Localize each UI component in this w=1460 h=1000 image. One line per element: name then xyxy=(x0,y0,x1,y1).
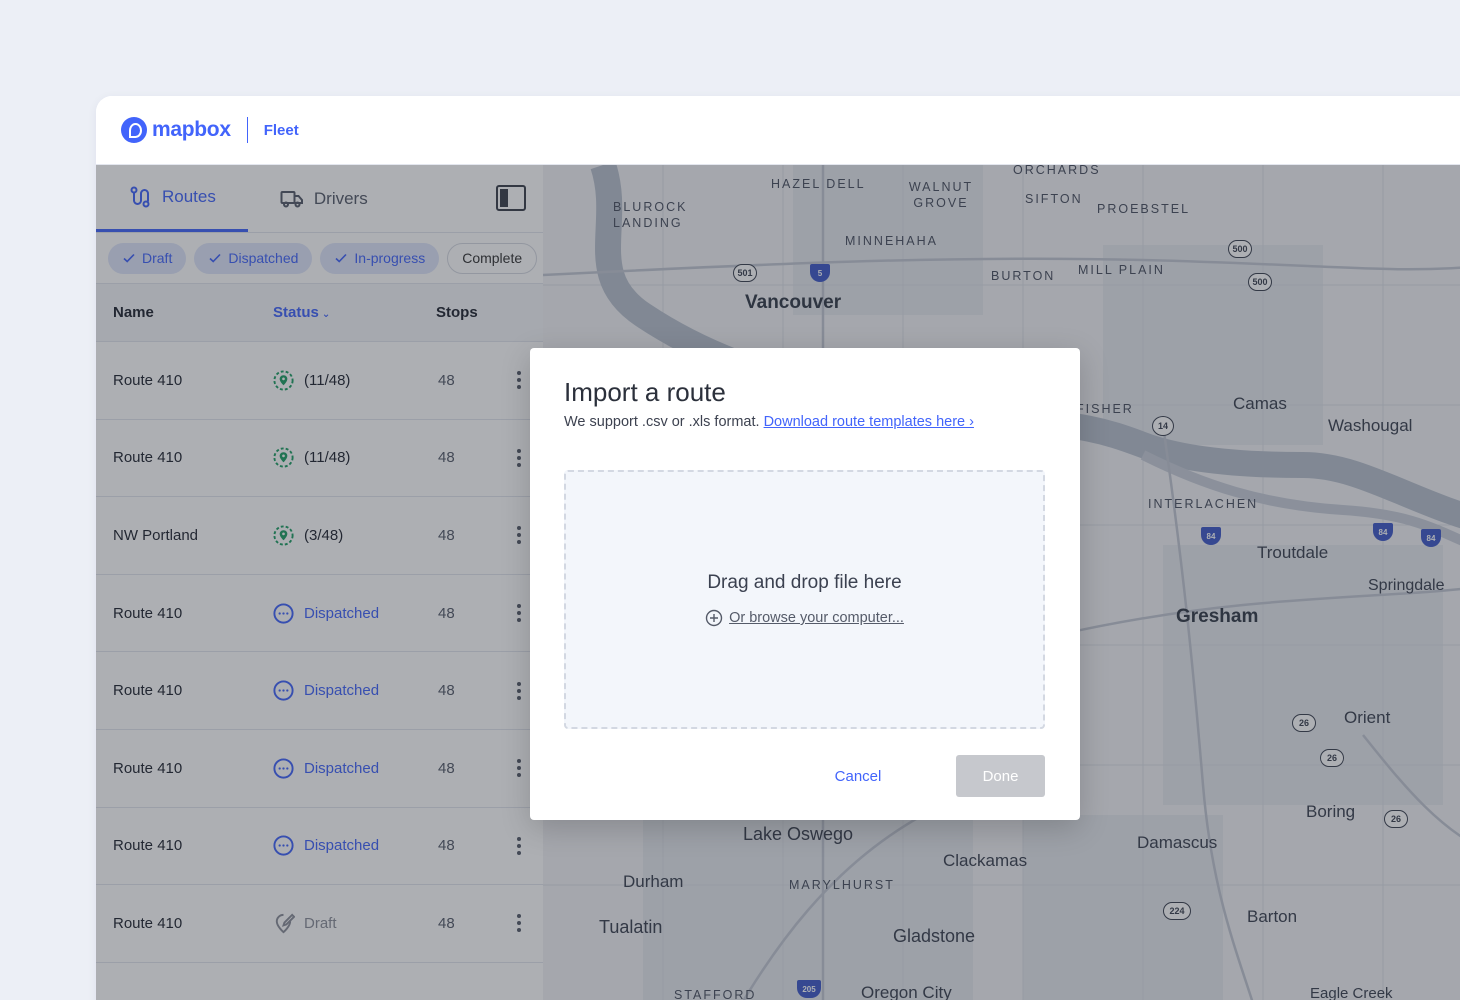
modal-subtitle: We support .csv or .xls format. Download… xyxy=(564,414,974,430)
product-name[interactable]: Fleet xyxy=(264,122,299,139)
mapbox-logo-icon xyxy=(121,117,147,143)
mapbox-logo[interactable]: mapbox xyxy=(121,117,231,143)
top-bar: mapbox Fleet xyxy=(96,96,1460,165)
browse-computer[interactable]: Or browse your computer... xyxy=(566,609,1043,627)
import-route-modal: Import a route We support .csv or .xls f… xyxy=(530,348,1080,820)
plus-circle-icon xyxy=(705,609,723,627)
download-templates-link[interactable]: Download route templates here › xyxy=(764,414,974,430)
dropzone-title: Drag and drop file here xyxy=(707,572,902,593)
browse-computer-link[interactable]: Or browse your computer... xyxy=(729,610,904,626)
brand-divider xyxy=(246,117,248,143)
logo-text: mapbox xyxy=(152,118,231,141)
cancel-button[interactable]: Cancel xyxy=(813,755,903,797)
done-button[interactable]: Done xyxy=(956,755,1045,797)
file-dropzone[interactable]: Drag and drop file here Or browse your c… xyxy=(564,470,1045,729)
modal-title: Import a route xyxy=(564,377,726,407)
supported-formats-text: We support .csv or .xls format. xyxy=(564,414,760,430)
